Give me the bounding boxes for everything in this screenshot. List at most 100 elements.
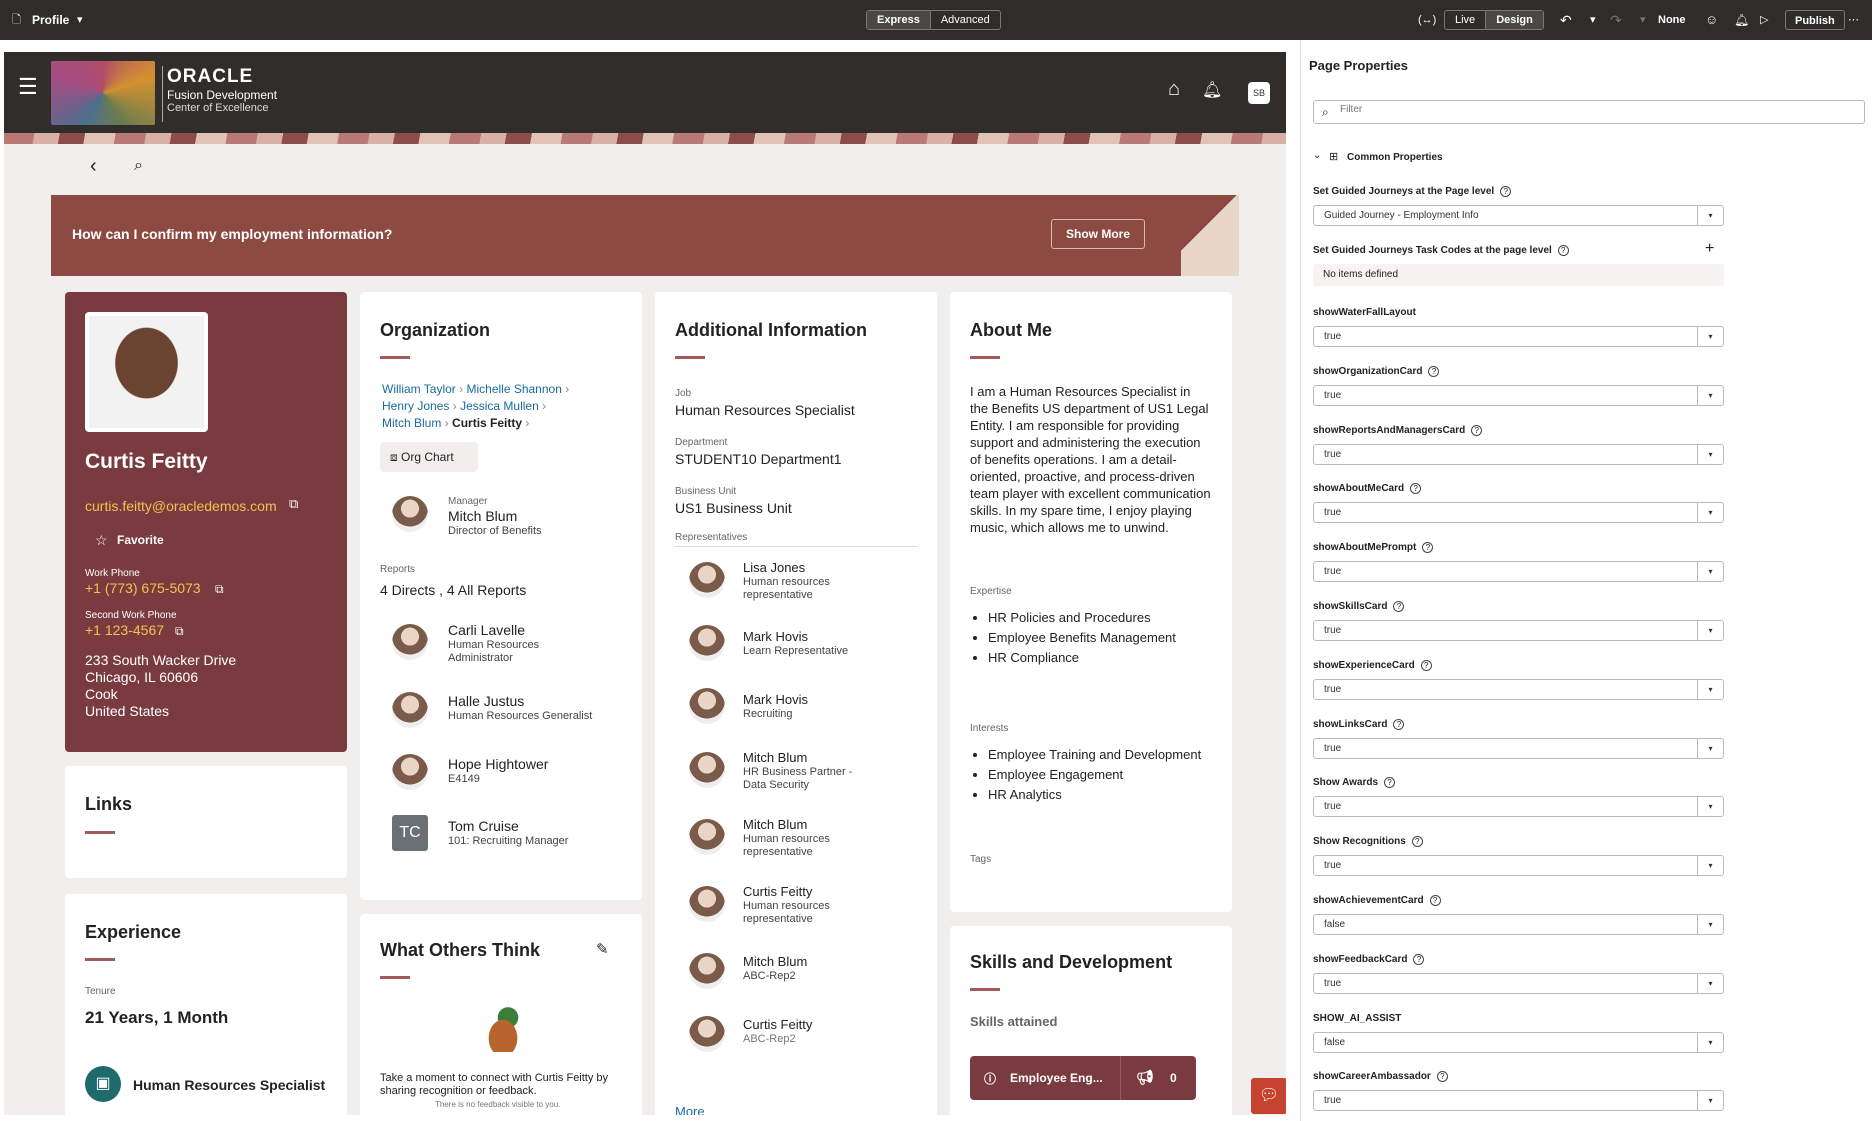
edit-icon[interactable]: ✎ <box>596 940 609 958</box>
page-title[interactable]: Profile <box>32 10 69 30</box>
report-name[interactable]: Tom Cruise <box>448 818 519 834</box>
copy-icon[interactable]: ⧉ <box>175 624 184 639</box>
help-icon[interactable]: ? <box>1428 365 1440 377</box>
chevron-down-icon[interactable]: ▾ <box>1697 679 1723 699</box>
copy-icon[interactable]: ⧉ <box>215 582 224 597</box>
publish-button[interactable]: Publish <box>1785 10 1845 30</box>
work-phone-link[interactable]: +1 (773) 675-5073 <box>85 580 201 596</box>
more-link[interactable]: More <box>675 1104 705 1115</box>
help-icon[interactable]: ? <box>1393 718 1405 730</box>
rep-name[interactable]: Mitch Blum <box>743 750 807 765</box>
chevron-down-icon[interactable]: ▾ <box>1697 444 1723 464</box>
chevron-down-icon[interactable]: ▾ <box>1697 973 1723 993</box>
property-select[interactable]: true ▾ <box>1313 561 1724 583</box>
chevron-down-icon[interactable]: ▾ <box>1697 562 1723 582</box>
home-icon[interactable]: ⌂ <box>1168 78 1180 101</box>
chevron-down-icon[interactable]: ▾ <box>1697 915 1723 934</box>
bell-icon[interactable]: 🔔︎ <box>1734 10 1749 30</box>
breadcrumb-item[interactable]: Michelle Shannon <box>466 382 561 396</box>
property-select[interactable]: false ▾ <box>1313 914 1724 935</box>
property-select[interactable]: true ▾ <box>1313 502 1724 524</box>
reports-count[interactable]: 4 Directs , 4 All Reports <box>380 582 526 598</box>
chevron-down-icon[interactable]: ▾ <box>1590 10 1596 30</box>
breadcrumb-item[interactable]: Henry Jones <box>382 399 449 413</box>
rep-name[interactable]: Lisa Jones <box>743 560 805 575</box>
report-name[interactable]: Carli Lavelle <box>448 622 525 638</box>
chevron-down-icon[interactable]: ▾ <box>1697 385 1723 405</box>
copy-icon[interactable]: ⧉ <box>289 496 298 512</box>
chevron-down-icon[interactable]: ▾ <box>1697 621 1723 640</box>
property-select[interactable]: true ▾ <box>1313 737 1724 759</box>
property-select[interactable]: true ▾ <box>1313 796 1724 818</box>
chevron-down-icon[interactable]: ▾ <box>1640 10 1646 30</box>
rep-name[interactable]: Curtis Feitty <box>743 1017 812 1032</box>
help-icon[interactable]: ? <box>1471 424 1483 436</box>
chevron-down-icon[interactable]: ▾ <box>1697 1091 1723 1111</box>
property-select[interactable]: true ▾ <box>1313 678 1724 700</box>
back-icon[interactable]: ‹ <box>90 155 97 178</box>
second-phone-link[interactable]: +1 123-4567 <box>85 622 164 638</box>
chevron-down-icon[interactable]: ⌄ <box>1313 150 1321 161</box>
help-icon[interactable]: ? <box>1429 895 1441 906</box>
none-selector[interactable]: None <box>1658 10 1686 30</box>
help-icon[interactable]: ? <box>1411 836 1423 848</box>
add-icon[interactable]: + <box>1705 240 1714 258</box>
undo-icon[interactable]: ↶ <box>1560 10 1572 30</box>
rep-name[interactable]: Mitch Blum <box>743 817 807 832</box>
advanced-button[interactable]: Advanced <box>931 11 1000 29</box>
property-select[interactable]: true ▾ <box>1313 384 1724 406</box>
property-select[interactable]: true ▾ <box>1313 620 1724 641</box>
design-button[interactable]: Design <box>1486 11 1543 29</box>
live-button[interactable]: Live <box>1445 11 1487 29</box>
help-icon[interactable]: ? <box>1436 1071 1448 1083</box>
breadcrumb-item[interactable]: William Taylor <box>382 382 456 396</box>
more-icon[interactable]: ⋯ <box>1848 10 1859 30</box>
chevron-down-icon[interactable]: ▾ <box>1697 738 1723 758</box>
show-more-button[interactable]: Show More <box>1051 219 1146 249</box>
property-select[interactable]: true ▾ <box>1313 855 1724 877</box>
star-icon[interactable]: ☆ <box>95 532 108 549</box>
report-name[interactable]: Hope Hightower <box>448 756 548 772</box>
chevron-down-icon[interactable]: ▾ <box>77 10 83 30</box>
help-icon[interactable]: ? <box>1422 542 1434 554</box>
chevron-down-icon[interactable]: ▾ <box>1697 856 1723 876</box>
gj-select[interactable]: Guided Journey - Employment Info ▾ <box>1313 205 1724 226</box>
chevron-down-icon[interactable]: ▾ <box>1697 327 1723 346</box>
report-name[interactable]: Halle Justus <box>448 693 524 709</box>
property-select[interactable]: true ▾ <box>1313 972 1724 994</box>
help-icon[interactable]: ? <box>1420 659 1432 671</box>
smiley-icon[interactable]: ☺ <box>1705 10 1718 30</box>
rep-name[interactable]: Curtis Feitty <box>743 884 812 899</box>
help-icon[interactable]: ? <box>1393 601 1405 612</box>
help-icon[interactable]: ? <box>1413 953 1425 965</box>
hamburger-menu-icon[interactable]: ☰ <box>18 74 38 100</box>
manager-name[interactable]: Mitch Blum <box>448 508 517 524</box>
favorite-button[interactable]: Favorite <box>117 533 164 547</box>
chevron-down-icon[interactable]: ▾ <box>1697 1032 1723 1052</box>
rep-name[interactable]: Mitch Blum <box>743 954 807 969</box>
search-icon[interactable]: ⌕ <box>134 157 143 175</box>
common-properties-header[interactable]: Common Properties <box>1347 152 1443 163</box>
redo-icon[interactable]: ↷ <box>1610 10 1622 30</box>
play-icon[interactable]: ▷ <box>1760 10 1768 30</box>
rep-name[interactable]: Mark Hovis <box>743 692 808 707</box>
chevron-down-icon[interactable]: ▾ <box>1697 797 1723 817</box>
email-link[interactable]: curtis.feitty@oracledemos.com <box>85 498 277 514</box>
skill-chip[interactable]: ⓘ Employee Eng... 📢︎ 0 <box>970 1056 1196 1100</box>
help-icon[interactable]: ? <box>1410 483 1422 495</box>
chevron-down-icon[interactable]: ▾ <box>1697 503 1723 523</box>
breadcrumb-item[interactable]: Jessica Mullen <box>460 399 539 413</box>
property-select[interactable]: true ▾ <box>1313 326 1724 347</box>
help-icon[interactable]: ? <box>1384 777 1396 789</box>
chat-icon[interactable]: 💬︎ <box>1251 1078 1286 1114</box>
org-chart-button[interactable]: ⧈ Org Chart <box>380 442 478 472</box>
rep-name[interactable]: Mark Hovis <box>743 629 808 644</box>
property-select[interactable]: true ▾ <box>1313 443 1724 465</box>
user-avatar[interactable]: SB <box>1248 82 1270 104</box>
filter-field[interactable]: ⌕ <box>1313 100 1865 124</box>
code-icon[interactable]: (↔) <box>1418 10 1436 30</box>
express-button[interactable]: Express <box>867 11 931 29</box>
property-select[interactable]: true ▾ <box>1313 1090 1724 1112</box>
bell-icon[interactable]: 🔔︎ <box>1202 80 1222 100</box>
filter-input[interactable] <box>1340 104 1840 115</box>
